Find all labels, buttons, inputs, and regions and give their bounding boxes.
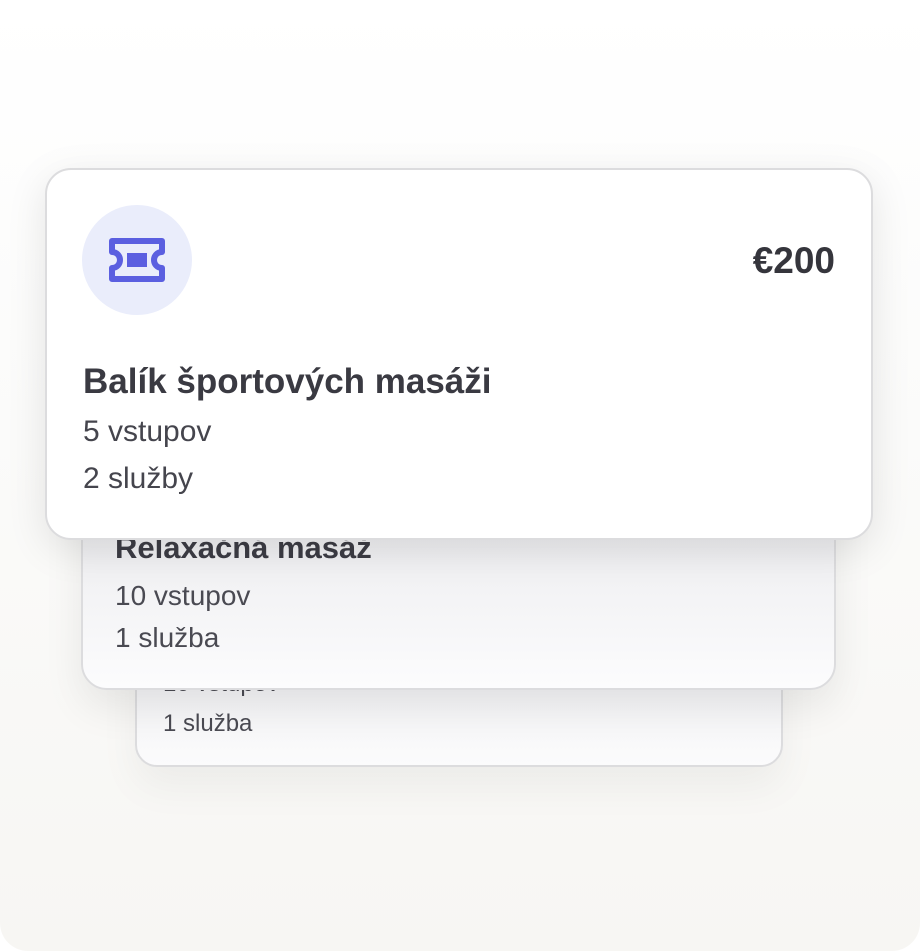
package-services: 2 služby [83,462,194,495]
ticket-icon [109,238,165,282]
package-services: 1 služba [163,710,253,737]
package-price: €200 [752,240,835,281]
package-title: Balík športových masáži [83,362,492,401]
package-icon-badge [82,205,192,315]
package-stack: 10 vstupov 1 služba Relaxačná masáž 10 v… [0,0,920,951]
package-entries: 10 vstupov [115,580,251,611]
package-entries: 5 vstupov [83,415,212,448]
package-services: 1 služba [115,622,220,653]
package-card-front[interactable]: €200 Balík športových masáži 5 vstupov 2… [45,168,873,540]
